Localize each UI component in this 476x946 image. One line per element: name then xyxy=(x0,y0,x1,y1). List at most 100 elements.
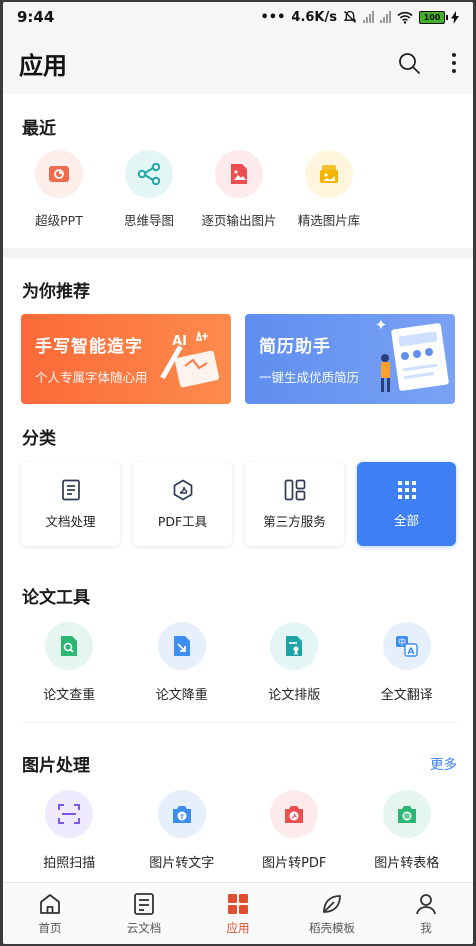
tool-label: 图片转文字 xyxy=(149,856,215,871)
leaf-icon xyxy=(323,894,341,913)
category-all[interactable]: 全部 xyxy=(357,462,456,546)
category-document[interactable]: 文档处理 xyxy=(21,462,120,546)
charging-bolt-icon xyxy=(451,10,459,24)
category-label: PDF工具 xyxy=(157,513,208,529)
image-export-icon xyxy=(215,150,263,198)
tool-label: 论文排版 xyxy=(268,688,321,703)
tool-image-to-pdf[interactable]: 图片转PDF xyxy=(238,790,351,871)
status-bar: 9:44 ••• 4.6K/s 100 xyxy=(3,2,473,32)
recent-item-label: 超级PPT xyxy=(35,213,83,228)
bottom-navigation: 首页 云文档 应用 稻壳模板 我 xyxy=(3,882,473,944)
image-tools-more-link[interactable]: 更多 xyxy=(430,753,457,773)
nav-me[interactable]: 我 xyxy=(379,883,473,944)
recent-item-label: 思维导图 xyxy=(123,213,174,228)
nav-label: 稻壳模板 xyxy=(309,920,355,935)
image-tools-section-title: 图片处理 xyxy=(22,756,90,776)
category-list: 文档处理 PDF工具 第三方服务 全部 xyxy=(21,462,456,546)
network-speed: 4.6K/s xyxy=(291,9,337,25)
search-button[interactable] xyxy=(397,51,421,75)
tool-label: 图片转PDF xyxy=(262,856,327,871)
resume-illustration-icon xyxy=(376,320,449,392)
thesis-section-title: 论文工具 xyxy=(22,588,90,608)
nav-home[interactable]: 首页 xyxy=(3,883,97,944)
signal-1-icon xyxy=(363,11,374,23)
mindmap-icon xyxy=(125,150,173,198)
thesis-tool-list: 论文查重 论文降重 论文排版 中A 全文翻译 xyxy=(3,622,473,703)
thesis-format-icon xyxy=(270,622,319,670)
tool-photo-scan[interactable]: 拍照扫描 xyxy=(13,790,126,871)
search-icon xyxy=(399,53,420,74)
banner-ai-badge: AI xyxy=(172,334,187,349)
scan-icon xyxy=(45,790,94,838)
header-actions xyxy=(397,51,457,75)
app-header: 应用 xyxy=(3,32,473,94)
category-label: 全部 xyxy=(393,512,419,528)
category-third-party[interactable]: 第三方服务 xyxy=(245,462,344,546)
tool-label: 论文降重 xyxy=(155,688,208,703)
tool-translate[interactable]: 中A 全文翻译 xyxy=(351,622,464,703)
tool-thesis-reduce[interactable]: 论文降重 xyxy=(126,622,239,703)
all-apps-icon xyxy=(397,480,416,499)
banner-resume-assistant[interactable]: 简历助手 一键生成优质简历 xyxy=(245,314,455,404)
status-time: 9:44 xyxy=(17,8,55,26)
category-pdf[interactable]: PDF工具 xyxy=(133,462,232,546)
nav-label: 首页 xyxy=(38,920,62,935)
main-content: 最近 超级PPT 思维导图 逐页输出图片 精选图片库 为你推荐 手写智能造字 个… xyxy=(3,94,473,882)
recommend-section-title: 为你推荐 xyxy=(22,282,90,302)
signal-2-icon xyxy=(380,11,391,23)
recent-item-ppt[interactable]: 超级PPT xyxy=(14,150,104,229)
tool-label: 图片转表格 xyxy=(374,856,440,871)
recent-item-label: 精选图片库 xyxy=(297,213,361,228)
nav-apps[interactable]: 应用 xyxy=(191,883,285,944)
recent-list: 超级PPT 思维导图 逐页输出图片 精选图片库 xyxy=(3,150,473,229)
nav-templates[interactable]: 稻壳模板 xyxy=(285,883,379,944)
recent-item-mindmap[interactable]: 思维导图 xyxy=(104,150,194,229)
image-to-pdf-icon xyxy=(270,790,319,838)
nav-cloud-docs[interactable]: 云文档 xyxy=(97,883,191,944)
tool-thesis-check[interactable]: 论文查重 xyxy=(13,622,126,703)
category-label: 文档处理 xyxy=(45,513,96,529)
section-divider xyxy=(22,722,457,723)
wifi-icon xyxy=(397,11,413,24)
tool-label: 论文查重 xyxy=(43,688,96,703)
more-dots-icon: ••• xyxy=(260,9,286,25)
status-indicators: ••• 4.6K/s 100 xyxy=(260,10,459,25)
nav-label: 应用 xyxy=(226,920,250,935)
categories-section-title: 分类 xyxy=(22,429,56,449)
ppt-icon xyxy=(35,150,83,198)
pdf-icon xyxy=(173,479,192,500)
image-tool-list: 拍照扫描 T 图片转文字 图片转PDF 图片转表格 xyxy=(3,790,473,871)
tool-image-to-text[interactable]: T 图片转文字 xyxy=(126,790,239,871)
translate-icon: 中A xyxy=(382,622,431,670)
user-icon xyxy=(416,893,436,914)
thesis-check-icon xyxy=(45,622,94,670)
thesis-reduce-icon xyxy=(157,622,206,670)
recent-item-image-library[interactable]: 精选图片库 xyxy=(284,150,374,229)
image-library-icon xyxy=(305,150,353,198)
tool-thesis-format[interactable]: 论文排版 xyxy=(238,622,351,703)
nav-label: 云文档 xyxy=(126,920,162,935)
banner-handwriting-font[interactable]: 手写智能造字 个人专属字体随心用 AI xyxy=(21,314,231,404)
nav-label: 我 xyxy=(420,920,432,935)
grid-layout-icon xyxy=(284,479,305,500)
apps-grid-icon xyxy=(228,893,248,914)
app-screen: 9:44 ••• 4.6K/s 100 应用 最近 超级PPT 思维导图 逐页输… xyxy=(3,2,473,944)
more-menu-button[interactable] xyxy=(451,52,457,74)
image-to-table-icon xyxy=(382,790,431,838)
battery-icon: 100 xyxy=(419,10,448,24)
image-to-text-icon: T xyxy=(157,790,206,838)
recent-item-label: 逐页输出图片 xyxy=(201,213,277,228)
category-label: 第三方服务 xyxy=(263,513,326,529)
tool-label: 全文翻译 xyxy=(380,688,433,703)
more-vertical-icon xyxy=(452,53,456,73)
cloud-document-icon xyxy=(134,892,154,915)
document-icon xyxy=(61,479,80,500)
section-separator xyxy=(3,248,473,258)
home-icon xyxy=(40,893,60,914)
tool-image-to-table[interactable]: 图片转表格 xyxy=(351,790,464,871)
recent-item-image-export[interactable]: 逐页输出图片 xyxy=(194,150,284,229)
recent-section-title: 最近 xyxy=(22,119,56,139)
mute-bell-icon xyxy=(343,10,357,23)
page-title: 应用 xyxy=(19,51,67,80)
svg-text:A: A xyxy=(407,647,414,657)
